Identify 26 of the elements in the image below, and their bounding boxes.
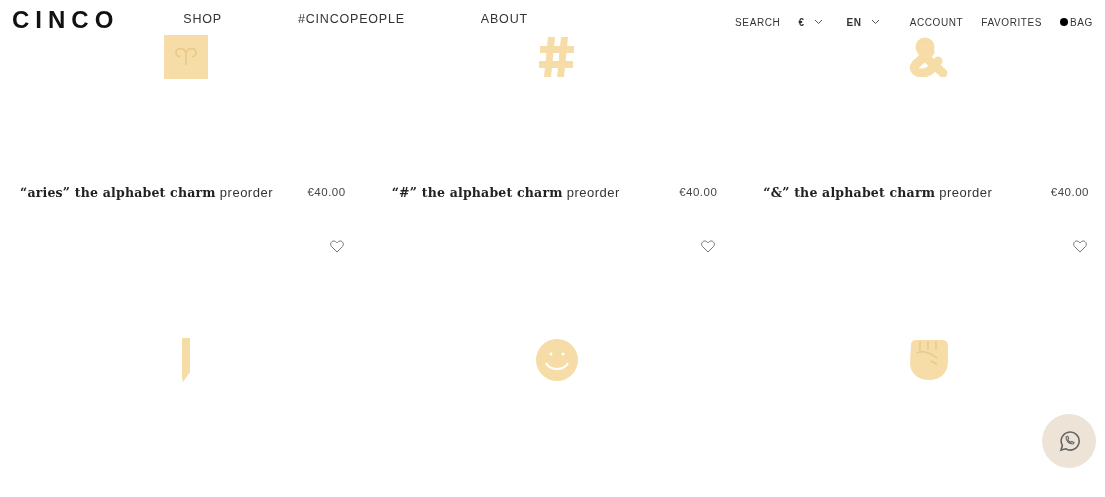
brand-logo[interactable]: CINCO	[12, 6, 120, 34]
nav-link[interactable]: ABOUT	[480, 12, 528, 26]
product-title[interactable]: “#” the alphabet charm preorder	[391, 184, 620, 200]
currency-selector[interactable]: €	[798, 16, 823, 28]
chevron-down-icon	[813, 19, 823, 25]
nav-link[interactable]: SHOP	[183, 12, 222, 26]
product-price: €40.00	[679, 186, 718, 198]
bag-indicator-icon	[1060, 18, 1069, 26]
square-charm-drawing	[163, 35, 208, 79]
favorites-link[interactable]: FAVORITES	[981, 16, 1043, 28]
favorite-heart-icon[interactable]	[329, 239, 344, 253]
product-title[interactable]: “&” the alphabet charm preorder	[763, 184, 993, 200]
favorite-heart-icon[interactable]	[1073, 239, 1087, 253]
product-price: €40.00	[1050, 186, 1089, 198]
chevron-down-icon	[870, 19, 880, 25]
chat-button[interactable]	[1042, 414, 1096, 468]
hash-charm-drawing	[539, 37, 576, 77]
account-link[interactable]: ACCOUNT	[909, 16, 964, 28]
language-selector[interactable]: EN	[846, 16, 880, 28]
bag-link[interactable]: BAG	[1070, 16, 1093, 28]
chat-phone-icon	[1058, 430, 1080, 452]
search-link[interactable]: SEARCH	[735, 16, 781, 28]
nav-link[interactable]: #CINCOPEOPLE	[297, 12, 405, 26]
product-title[interactable]: “aries” the alphabet charm preorder	[20, 184, 273, 200]
favorite-heart-icon[interactable]	[701, 239, 716, 253]
product-price: €40.00	[307, 186, 346, 198]
